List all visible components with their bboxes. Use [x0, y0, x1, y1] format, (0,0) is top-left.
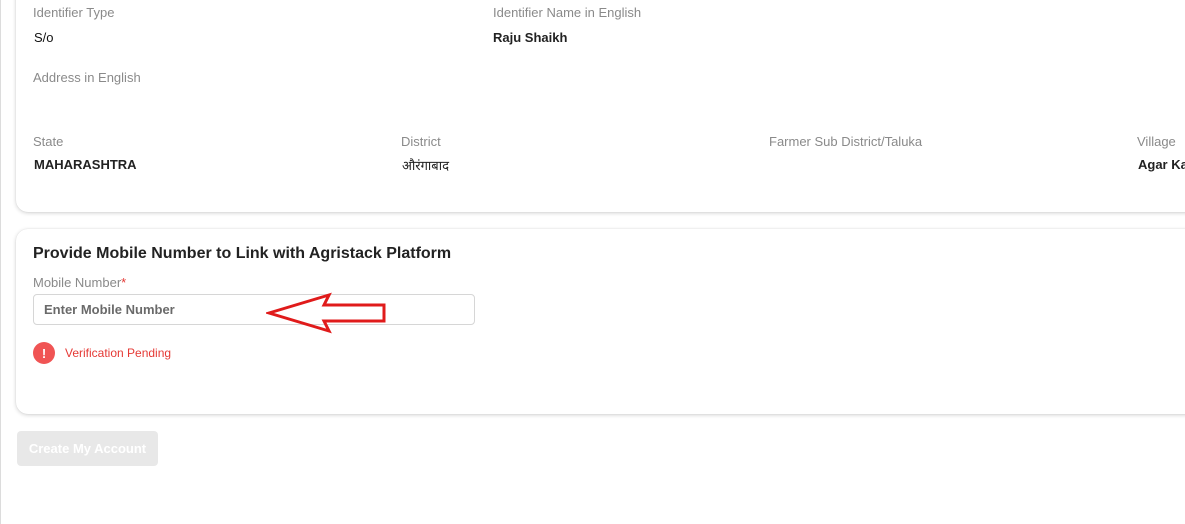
identifier-type-label: Identifier Type — [33, 5, 115, 20]
district-label: District — [401, 134, 441, 149]
district-value: औरंगाबाद — [402, 159, 449, 174]
verification-status-text: Verification Pending — [65, 346, 172, 360]
mobile-section-title: Provide Mobile Number to Link with Agris… — [33, 245, 452, 262]
village-label: Village — [1137, 134, 1176, 149]
farmer-details-card — [16, 0, 1185, 212]
red-arrow-left-icon — [266, 292, 386, 334]
required-marker: * — [121, 275, 127, 290]
identifier-name-value: Raju Shaikh — [493, 30, 568, 45]
verification-status: ! Verification Pending — [33, 342, 171, 364]
mobile-number-label-text: Mobile Number — [33, 275, 122, 290]
mobile-number-input[interactable] — [33, 294, 475, 325]
state-label: State — [33, 134, 64, 149]
mobile-number-label: Mobile Number* — [33, 275, 126, 290]
page: Identifier Type S/o Identifier Name in E… — [0, 0, 1185, 524]
sub-district-label: Farmer Sub District/Taluka — [769, 134, 923, 149]
address-label: Address in English — [33, 70, 141, 85]
state-value: MAHARASHTRA — [34, 157, 137, 172]
village-value: Agar Ka — [1138, 157, 1185, 172]
identifier-name-label: Identifier Name in English — [493, 5, 642, 20]
identifier-type-value: S/o — [34, 30, 54, 45]
alert-circle-icon: ! — [33, 342, 55, 364]
left-border — [0, 0, 1, 524]
create-account-button[interactable]: Create My Account — [17, 431, 158, 466]
